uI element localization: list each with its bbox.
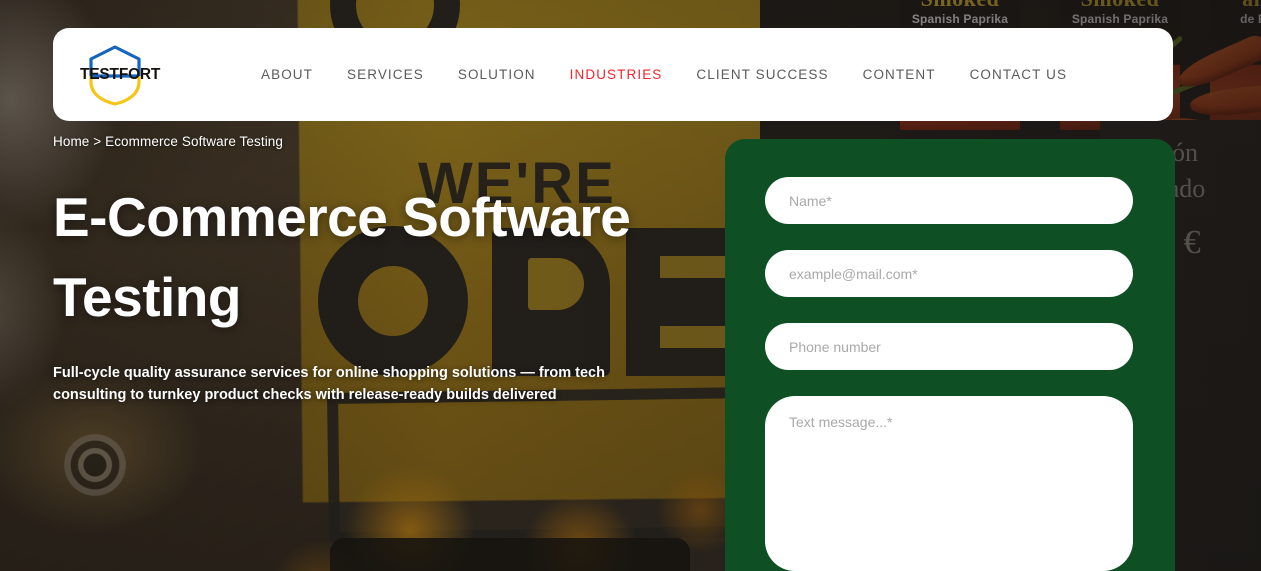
- nav-item-industries[interactable]: INDUSTRIES: [553, 67, 680, 82]
- email-field[interactable]: [765, 250, 1133, 297]
- breadcrumb[interactable]: Home > Ecommerce Software Testing: [53, 134, 283, 149]
- nav-item-client-success[interactable]: CLIENT SUCCESS: [679, 67, 845, 82]
- nav-item-about[interactable]: ABOUT: [244, 67, 330, 82]
- hero-subtitle: Full-cycle quality assurance services fo…: [53, 365, 605, 403]
- site-header: TESTFORT ABOUT SERVICES SOLUTION INDUSTR…: [53, 28, 1173, 121]
- message-field[interactable]: [765, 396, 1133, 571]
- page-title: E-Commerce Software Testing: [53, 186, 631, 328]
- name-field[interactable]: [765, 177, 1133, 224]
- phone-field[interactable]: [765, 323, 1133, 370]
- logo[interactable]: TESTFORT: [76, 44, 160, 106]
- page-root: WE'RE Smoked Spanish Paprika Smoked Span…: [0, 0, 1261, 571]
- nav-item-content[interactable]: CONTENT: [846, 67, 953, 82]
- logo-text: TESTFORT: [80, 65, 161, 83]
- contact-form-panel: [725, 139, 1175, 571]
- nav-item-solution[interactable]: SOLUTION: [441, 67, 553, 82]
- main-navigation: ABOUT SERVICES SOLUTION INDUSTRIES CLIEN…: [244, 67, 1084, 82]
- nav-item-services[interactable]: SERVICES: [330, 67, 441, 82]
- nav-item-contact-us[interactable]: CONTACT US: [953, 67, 1085, 82]
